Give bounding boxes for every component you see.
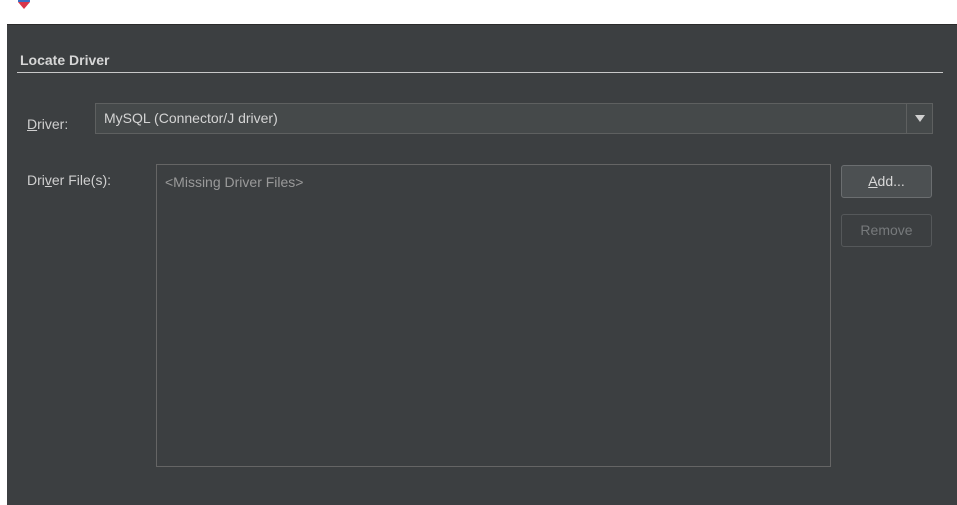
driver-files-label-mnemonic: v xyxy=(44,172,52,188)
driver-files-label: Driver File(s): xyxy=(27,172,111,188)
app-logo-icon xyxy=(18,0,30,9)
driver-select-arrow-button[interactable] xyxy=(906,104,932,133)
add-button-mnemonic: A xyxy=(868,173,878,189)
add-button-text: dd... xyxy=(877,173,905,189)
driver-files-label-post: er File(s): xyxy=(51,172,112,188)
chevron-down-icon xyxy=(915,115,925,122)
locate-driver-panel: Locate Driver Driver: MySQL (Connector/J… xyxy=(7,24,957,505)
driver-files-label-pre: Dri xyxy=(27,172,45,188)
missing-files-placeholder: <Missing Driver Files> xyxy=(165,174,304,190)
driver-select-value: MySQL (Connector/J driver) xyxy=(104,110,278,126)
driver-label-text: river: xyxy=(37,116,69,132)
remove-button[interactable]: Remove xyxy=(841,214,932,247)
driver-label: Driver: xyxy=(27,116,68,132)
add-button[interactable]: Add... xyxy=(841,165,932,198)
section-divider xyxy=(17,72,943,73)
driver-select[interactable]: MySQL (Connector/J driver) xyxy=(95,103,933,134)
driver-files-list[interactable]: <Missing Driver Files> xyxy=(156,164,831,467)
window-top-strip xyxy=(0,0,957,24)
section-title: Locate Driver xyxy=(20,52,110,68)
driver-label-mnemonic: D xyxy=(27,116,38,132)
